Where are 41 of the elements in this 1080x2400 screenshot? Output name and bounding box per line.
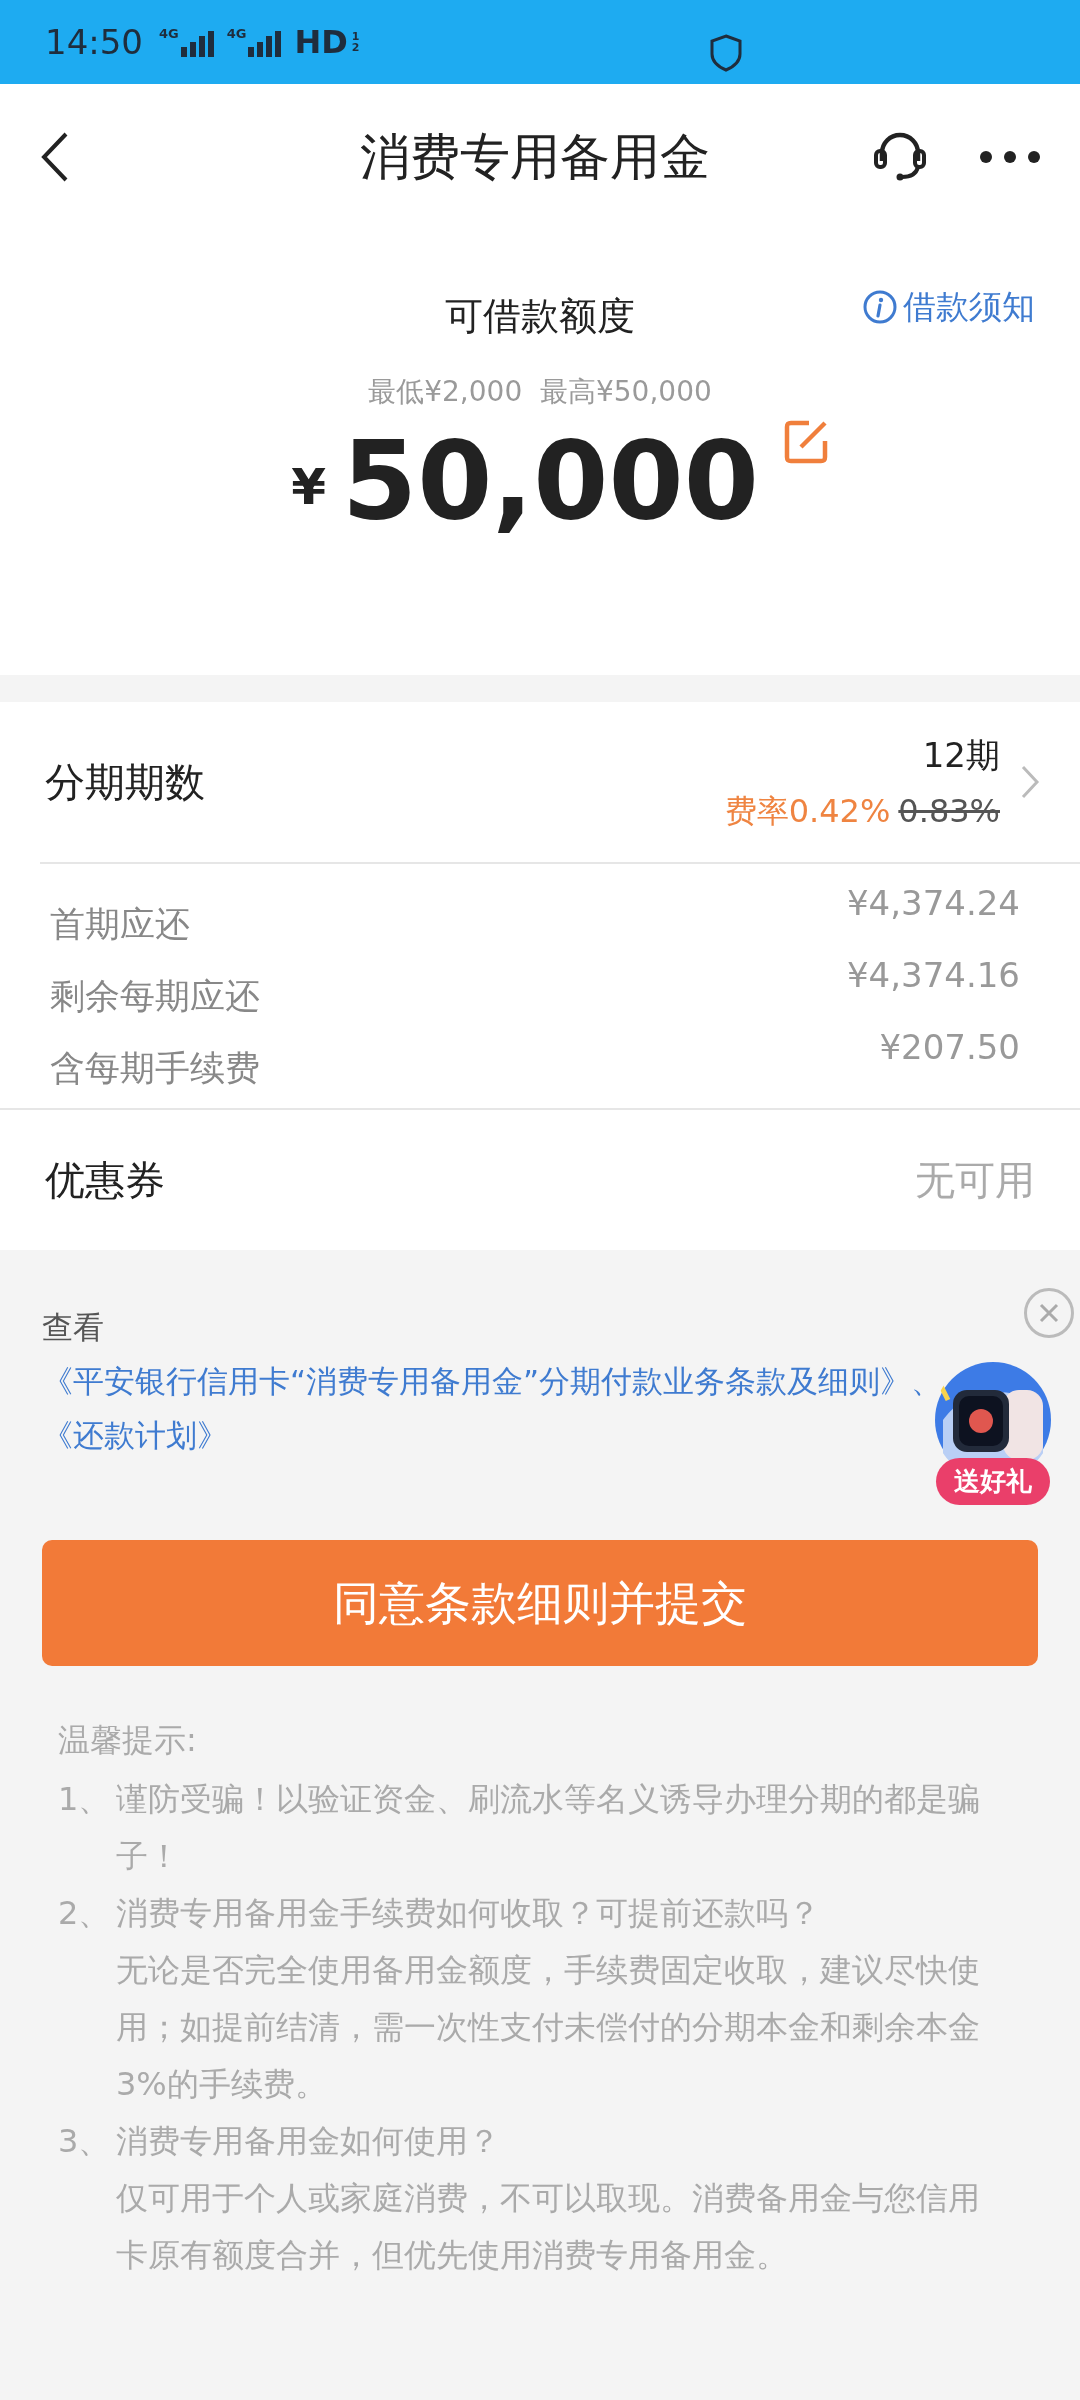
tip-number: 1、 [58,1779,112,1820]
detail-value: ¥4,374.16 [846,954,1020,997]
detail-value: ¥4,374.24 [846,882,1020,925]
discount-rate: 费率0.42% [724,790,891,832]
tip-number: 3、 [58,2121,112,2162]
sim-number: 1 [351,31,360,42]
hd-indicator: HD [294,22,348,63]
installment-row[interactable]: 分期期数 12期 费率0.42% 0.83% [0,702,1080,862]
tips-title: 温馨提示: [58,1720,198,1761]
tip-text: 仅可用于个人或家庭消费，不可以取现。消费备用金与您信用卡原有额度合并，但优先使用消费专用备用金。 [116,2178,981,2276]
tip-text: 消费专用备用金如何使用？ [116,2121,501,2162]
coupon-status: 无可用 [915,1156,1035,1205]
agreement-link[interactable]: 《平安银行信用卡“消费专用备用金”分期付款业务条款及细则》 [42,1363,912,1399]
tip-text: 消费专用备用金手续费如何收取？可提前还款吗？ [116,1893,821,1934]
installment-label: 分期期数 [45,758,205,807]
currency-symbol: ¥ [291,457,326,518]
agreement-link[interactable]: 《还款计划》 [42,1417,228,1453]
shield-icon [710,34,742,72]
installment-count: 12期 [922,733,1000,777]
tip-number: 2、 [58,1893,112,1934]
coupon-label: 优惠券 [45,1156,165,1205]
submit-button[interactable]: 同意条款细则并提交 [42,1540,1038,1666]
tip-text: 谨防受骗！以验证资金、刷流水等名义诱导办理分期的都是骗子！ [116,1779,981,1877]
detail-label: 含每期手续费 [50,1046,260,1090]
gift-badge[interactable]: 送好礼 [936,1458,1050,1505]
edit-icon[interactable] [782,419,829,465]
info-icon [863,289,897,324]
sim-number: 2 [351,42,360,53]
limit-range: 最低¥2,000 最高¥50,000 [368,374,712,410]
limit-label: 可借款额度 [445,293,635,340]
status-time: 14:50 [45,20,143,64]
detail-value: ¥207.50 [879,1026,1020,1069]
loan-amount: 50,000 [342,427,759,535]
original-rate: 0.83% [898,790,1000,832]
page-title: 消费专用备用金 [360,126,710,188]
detail-label: 剩余每期应还 [50,974,260,1018]
coupon-row[interactable]: 优惠券 无可用 [0,1110,1080,1250]
detail-label: 首期应还 [50,902,190,946]
loan-notice-link[interactable]: 借款须知 [863,282,1035,332]
tip-text: 无论是否完全使用备用金额度，手续费固定收取，建议尽快使用；如提前结清，需一次性支付未偿付的分期本金和剩余本金3%的手续费。 [116,1950,981,2105]
chevron-right-icon [1020,764,1040,800]
